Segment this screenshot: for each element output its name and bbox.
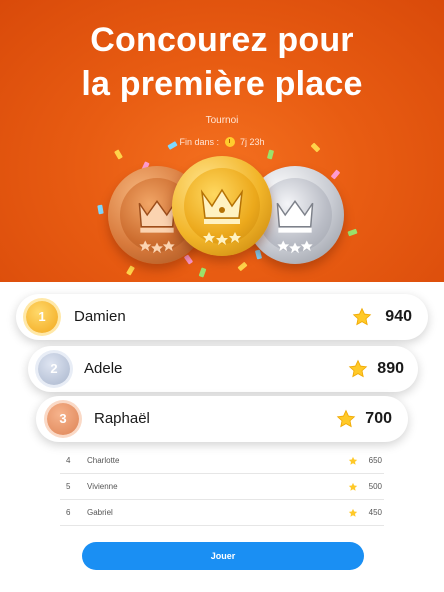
page-headline: Concourez pour la première place: [0, 18, 444, 106]
leaderboard-row-2[interactable]: 2 Adele 890: [28, 346, 418, 392]
player-rank: 6: [66, 508, 71, 517]
leaderboard-row-6[interactable]: 6 Gabriel 450: [60, 500, 384, 526]
player-name: Gabriel: [87, 508, 113, 517]
leaderboard-row-4[interactable]: 4 Charlotte 650: [60, 448, 384, 474]
headline-line-1: Concourez pour: [90, 21, 354, 59]
player-name: Adele: [84, 360, 123, 377]
player-rank: 4: [66, 456, 71, 465]
player-score: 940: [385, 308, 412, 325]
medals-illustration: [0, 150, 444, 280]
ends-in-label: Fin dans :: [179, 137, 219, 147]
star-icon: [352, 307, 372, 326]
player-score: 890: [377, 360, 404, 377]
player-score: 700: [365, 410, 392, 427]
star-icon: [348, 456, 358, 465]
play-button[interactable]: Jouer: [82, 542, 364, 570]
bronze-rank-badge-icon: 3: [47, 403, 79, 435]
hero-banner: Concourez pour la première place Tournoi…: [0, 0, 444, 282]
player-name: Damien: [74, 308, 126, 325]
player-name: Raphaël: [94, 410, 150, 427]
star-icon: [348, 359, 368, 378]
leaderboard-row-3[interactable]: 3 Raphaël 700: [36, 396, 408, 442]
star-icon: [336, 409, 356, 428]
player-score: 450: [368, 508, 382, 517]
player-score: 500: [368, 482, 382, 491]
tournament-label: Tournoi: [205, 115, 239, 126]
leaderboard-row-5[interactable]: 5 Vivienne 500: [60, 474, 384, 500]
star-icon: [348, 482, 358, 491]
silver-rank-badge-icon: 2: [38, 353, 70, 385]
gold-medal-icon: [172, 156, 272, 256]
ends-in-value: 7j 23h: [240, 137, 265, 147]
leaderboard: 1 Damien 940 2 Adele 890 3 Raphaël 700 4…: [0, 282, 444, 592]
tournament-timer: Fin dans : 7j 23h: [0, 137, 444, 147]
player-name: Vivienne: [87, 482, 118, 491]
star-icon: [348, 508, 358, 517]
player-score: 650: [368, 456, 382, 465]
player-name: Charlotte: [87, 456, 120, 465]
gold-rank-badge-icon: 1: [26, 301, 58, 333]
leaderboard-row-1[interactable]: 1 Damien 940: [16, 294, 428, 340]
player-rank: 5: [66, 482, 71, 491]
clock-icon: [224, 137, 235, 147]
headline-line-2: la première place: [81, 65, 363, 103]
